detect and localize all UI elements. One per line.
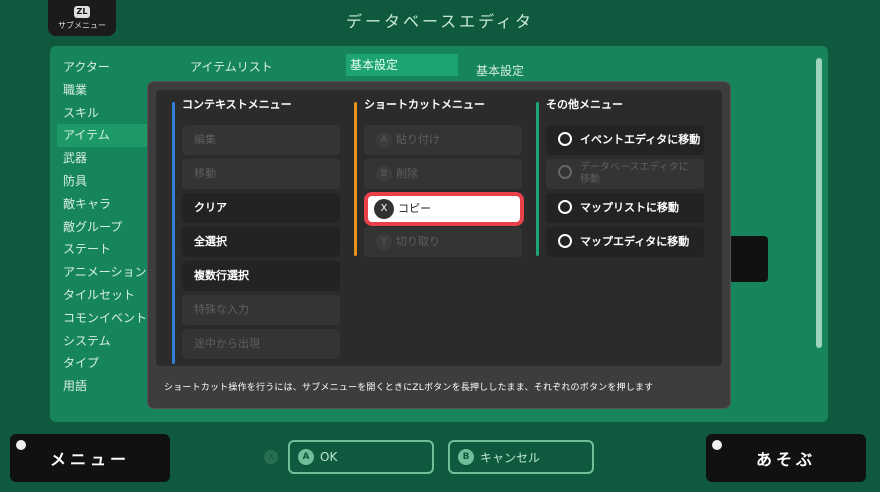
menu-item-edit: 編集 [182, 125, 340, 155]
shortcut-hint-text: ショートカット操作を行うには、サブメニューを開くときにZLボタンを長押ししたまま… [164, 383, 654, 393]
menu-item-label: 全選択 [194, 235, 227, 248]
menu-item-label: イベントエディタに移動 [580, 133, 701, 146]
ok-label: OK [320, 450, 338, 464]
menu-item-label: コピー [398, 202, 431, 215]
menu-item-label: マップエディタに移動 [580, 235, 690, 248]
other-menu-accent-bar [536, 102, 539, 256]
menu-item-label: データベースエディタに移動 [580, 162, 689, 185]
menu-item-appear-midway: 途中から出現 [182, 329, 340, 359]
menu-item-copy[interactable]: X コピー [368, 196, 520, 222]
menu-item-go-to-map-list[interactable]: マップリストに移動 [546, 193, 704, 223]
menu-item-label: 貼り付け [396, 133, 440, 146]
menu-item-label: 削除 [396, 167, 418, 180]
menu-item-go-to-map-editor[interactable]: マップエディタに移動 [546, 227, 704, 257]
submenu-dialog: コンテキストメニュー 編集 移動 クリア 全選択 複数行選択 特殊な入力 途中か… [148, 82, 730, 408]
menu-item-clear[interactable]: クリア [182, 193, 340, 223]
play-button-label: あそぶ [755, 450, 816, 469]
context-menu-accent-bar [172, 102, 175, 364]
menu-button-label: メニュー [49, 450, 130, 469]
tab-basic-settings[interactable]: 基本設定 [346, 54, 458, 76]
shortcut-menu-title: ショートカットメニュー [364, 98, 485, 111]
background-field [728, 236, 768, 282]
menu-item-select-all[interactable]: 全選択 [182, 227, 340, 257]
a-button-icon: A [376, 132, 392, 148]
menu-item-go-to-event-editor[interactable]: イベントエディタに移動 [546, 125, 704, 155]
other-menu-title: その他メニュー [546, 98, 623, 111]
shortcut-menu-column: ショートカットメニュー A 貼り付け B 削除 X コピー Y 切り取り [354, 98, 530, 257]
menu-item-move: 移動 [182, 159, 340, 189]
menu-item-label: 複数行選択 [194, 269, 249, 282]
cancel-button[interactable]: B キャンセル [448, 440, 594, 474]
menu-item-multi-row-select[interactable]: 複数行選択 [182, 261, 340, 291]
menu-item-cut: Y 切り取り [364, 227, 522, 257]
page-title: データベースエディタ [345, 12, 535, 31]
list-item[interactable]: アクター [57, 56, 177, 79]
menu-item-label: マップリストに移動 [580, 201, 679, 214]
b-button-icon: B [376, 166, 392, 182]
map-editor-icon [558, 234, 572, 248]
play-button[interactable]: あそぶ [706, 434, 866, 482]
context-menu-title: コンテキストメニュー [182, 98, 292, 111]
menu-item-go-to-database-editor: データベースエディタに移動 [546, 159, 704, 189]
menu-item-label: 途中から出現 [194, 337, 260, 350]
b-button-icon: B [458, 449, 474, 465]
other-menu-column: その他メニュー イベントエディタに移動 データベースエディタに移動 マップリスト… [536, 98, 716, 257]
x-button-icon: X [264, 450, 278, 464]
database-editor-icon [558, 165, 572, 179]
a-button-icon: A [298, 449, 314, 465]
item-list-header: アイテムリスト [190, 60, 273, 74]
event-editor-icon [558, 132, 572, 146]
plus-button-icon [712, 440, 722, 450]
menu-item-label: 切り取り [396, 235, 440, 248]
menu-item-paste: A 貼り付け [364, 125, 522, 155]
context-menu-column: コンテキストメニュー 編集 移動 クリア 全選択 複数行選択 特殊な入力 途中か… [172, 98, 352, 364]
menu-item-label: 移動 [194, 167, 216, 180]
menu-item-label: クリア [194, 201, 227, 214]
menu-item-label: 特殊な入力 [194, 303, 249, 316]
x-button-icon: X [374, 199, 394, 219]
ok-button[interactable]: A OK [288, 440, 434, 474]
submenu-columns: コンテキストメニュー 編集 移動 クリア 全選択 複数行選択 特殊な入力 途中か… [156, 90, 722, 366]
y-button-icon: Y [376, 234, 392, 250]
scrollbar[interactable] [816, 58, 822, 348]
menu-item-delete: B 削除 [364, 159, 522, 189]
shortcut-menu-accent-bar [354, 102, 357, 256]
menu-button[interactable]: メニュー [10, 434, 170, 482]
cancel-label: キャンセル [480, 450, 541, 465]
menu-item-special-input: 特殊な入力 [182, 295, 340, 325]
basic-settings-header: 基本設定 [476, 64, 525, 78]
map-list-icon [558, 200, 572, 214]
menu-item-label: 編集 [194, 133, 216, 146]
minus-button-icon [16, 440, 26, 450]
